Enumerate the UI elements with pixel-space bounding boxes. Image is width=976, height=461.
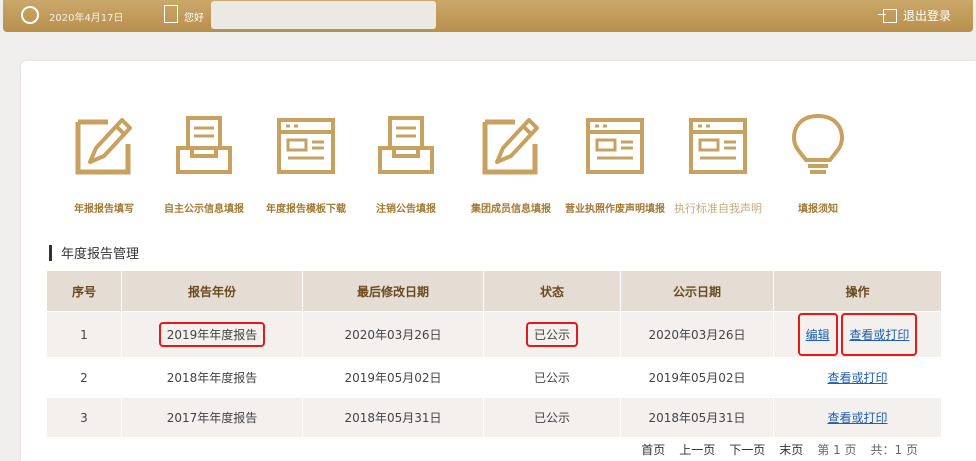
- pagination: 首页 上一页 下一页 末页 第 1 页 共：1 页: [641, 441, 918, 458]
- header-date: 2020年4月17日: [49, 13, 124, 24]
- menu-item-self-disclosure[interactable]: 自主公示信息填报: [159, 104, 249, 215]
- col-header-modified: 最后修改日期: [302, 271, 484, 312]
- section-title: 年度报告管理: [61, 247, 140, 262]
- cell-actions: 查看或打印: [773, 357, 941, 398]
- logout-label: 退出登录: [902, 9, 951, 23]
- cell-actions: 查看或打印: [773, 397, 941, 437]
- user-icon: [164, 5, 178, 23]
- menu-label: 营业执照作废声明填报: [565, 204, 665, 215]
- col-header-status: 状态: [483, 271, 621, 312]
- cell-modified: 2019年05月02日: [302, 357, 484, 398]
- menu-label: 自主公示信息填报: [164, 204, 244, 215]
- cell-status: 已公示: [483, 397, 621, 437]
- edit-link[interactable]: 编辑: [806, 328, 830, 342]
- cell-status: 已公示: [483, 311, 621, 358]
- header-greeting: 您好: [184, 13, 204, 24]
- view-print-link[interactable]: 查看或打印: [849, 328, 909, 342]
- cell-modified: 2020年03月26日: [302, 311, 484, 358]
- pager-current: 第 1 页: [817, 443, 857, 457]
- col-header-publish-date: 公示日期: [620, 271, 774, 312]
- view-highlight: 查看或打印: [841, 313, 918, 356]
- cell-publish-date: 2020年03月26日: [620, 311, 774, 358]
- cell-year-text: 2019年年度报告: [158, 322, 266, 347]
- pager-last[interactable]: 末页: [779, 441, 803, 458]
- table-row: 2 2018年年度报告 2019年05月02日 已公示 2019年05月02日 …: [46, 357, 941, 398]
- menu-label: 年度报告模板下载: [266, 204, 346, 215]
- menu-item-group-members[interactable]: 集团成员信息填报: [466, 104, 556, 215]
- table-row: 1 2019年年度报告 2020年03月26日 已公示 2020年03月26日 …: [46, 311, 941, 358]
- cell-status: 已公示: [483, 357, 621, 398]
- menu-item-cancellation-notice[interactable]: 注销公告填报: [361, 104, 451, 215]
- menu-item-template-download[interactable]: 年度报告模板下载: [261, 104, 351, 215]
- menu-label: 执行标准自我声明: [674, 202, 762, 215]
- cell-publish-date: 2018年05月31日: [620, 397, 774, 437]
- pager-next[interactable]: 下一页: [729, 441, 765, 458]
- cell-year: 2019年年度报告: [121, 311, 303, 358]
- section-marker: [49, 244, 52, 261]
- section-header: 年度报告管理: [49, 243, 139, 262]
- document-template-icon: [586, 118, 644, 174]
- cell-no: 2: [46, 357, 122, 398]
- menu-item-standard-declaration[interactable]: 执行标准自我声明: [673, 104, 763, 215]
- cell-status-text: 已公示: [525, 322, 578, 347]
- lightbulb-icon: [791, 113, 845, 174]
- logout-icon: [877, 8, 897, 23]
- pencil-frame-icon: [75, 118, 132, 175]
- menu-label: 集团成员信息填报: [471, 204, 551, 215]
- edit-highlight: 编辑: [797, 313, 838, 356]
- cell-no: 3: [46, 397, 122, 437]
- cell-year: 2017年年度报告: [121, 397, 303, 437]
- function-menu: 年报报告填写 自主公示信息填报 年度报告模板下载 注销公告填报 集团成员信息填报…: [21, 104, 976, 219]
- menu-item-annual-report-fill[interactable]: 年报报告填写: [59, 104, 149, 215]
- menu-label: 注销公告填报: [376, 204, 436, 215]
- menu-label: 填报须知: [798, 204, 838, 215]
- pager-prev[interactable]: 上一页: [679, 441, 715, 458]
- clock-icon: [21, 6, 39, 24]
- document-template-icon: [689, 118, 747, 174]
- pencil-frame-icon: [482, 118, 539, 175]
- table-header-row: 序号 报告年份 最后修改日期 状态 公示日期 操作: [46, 271, 941, 312]
- top-bar: 2020年4月17日 您好 退出登录: [3, 0, 973, 32]
- pager-first[interactable]: 首页: [641, 441, 665, 458]
- document-template-icon: [277, 118, 335, 174]
- menu-item-license-void-statement[interactable]: 营业执照作废声明填报: [565, 104, 665, 215]
- menu-label: 年报报告填写: [74, 204, 134, 215]
- view-print-link[interactable]: 查看或打印: [827, 411, 887, 425]
- cell-modified: 2018年05月31日: [302, 397, 484, 437]
- menu-item-filing-notes[interactable]: 填报须知: [773, 104, 863, 215]
- inbox-tray-icon: [378, 116, 434, 174]
- main-panel: 年报报告填写 自主公示信息填报 年度报告模板下载 注销公告填报 集团成员信息填报…: [21, 61, 976, 461]
- inbox-tray-icon: [176, 116, 232, 174]
- cell-actions: 编辑 查看或打印: [773, 311, 941, 358]
- col-header-year: 报告年份: [121, 271, 303, 312]
- col-header-actions: 操作: [773, 271, 941, 312]
- col-header-no: 序号: [46, 271, 122, 312]
- table-row: 3 2017年年度报告 2018年05月31日 已公示 2018年05月31日 …: [46, 397, 941, 437]
- cell-year: 2018年年度报告: [121, 357, 303, 398]
- logout-button[interactable]: 退出登录: [877, 7, 951, 24]
- redacted-username: [211, 1, 436, 29]
- view-print-link[interactable]: 查看或打印: [827, 371, 887, 385]
- pager-total: 共：1 页: [870, 443, 918, 457]
- cell-publish-date: 2019年05月02日: [620, 357, 774, 398]
- annual-report-table: 序号 报告年份 最后修改日期 状态 公示日期 操作 1 2019年年度报告 20…: [46, 271, 941, 437]
- cell-no: 1: [46, 311, 122, 358]
